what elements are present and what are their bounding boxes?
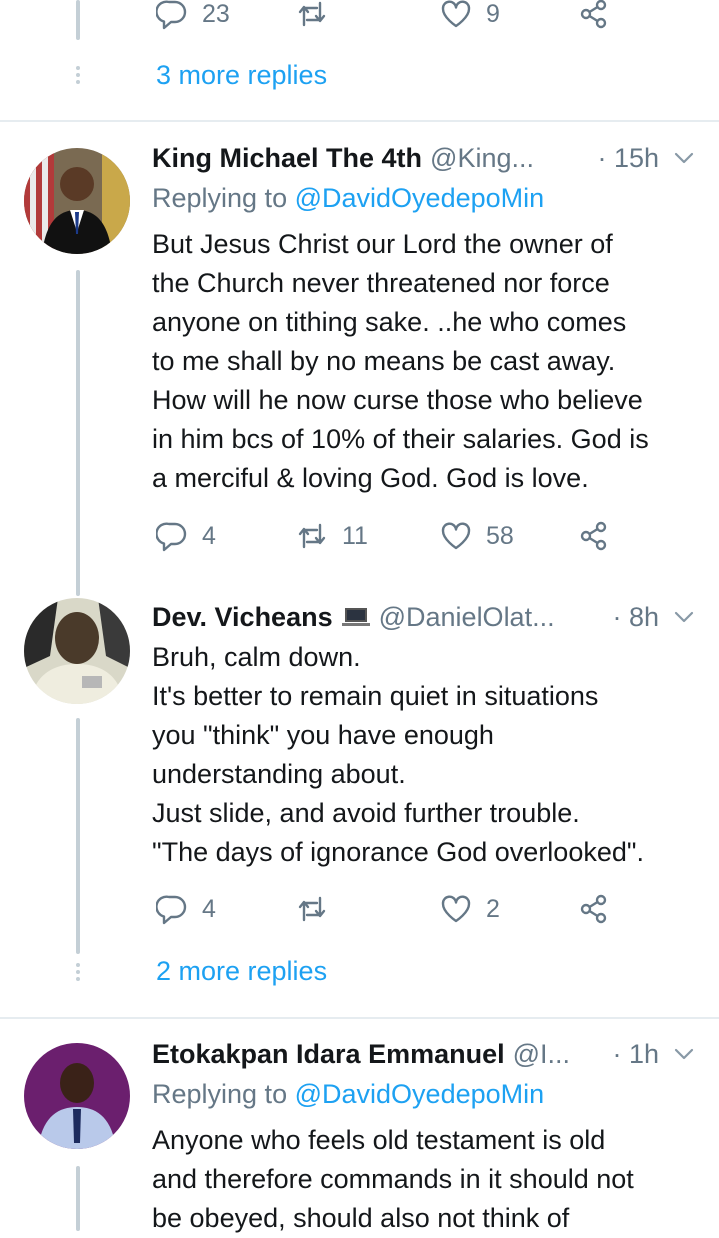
retweet-count: 11 (342, 521, 368, 550)
share-button[interactable] (578, 520, 610, 552)
reply-icon (156, 0, 187, 30)
heart-icon (441, 522, 471, 550)
retweet-button[interactable] (296, 893, 342, 925)
tweet-text-line: and therefore commands in it should not (152, 1164, 634, 1194)
chevron-down-icon[interactable] (673, 147, 695, 169)
more-dots (75, 66, 81, 87)
handle[interactable]: @King... (430, 143, 534, 174)
reply-count: 4 (202, 521, 216, 550)
chevron-down-icon[interactable] (673, 606, 695, 628)
reply-icon (156, 895, 187, 925)
reply-button[interactable]: 4 (156, 520, 216, 552)
like-button[interactable]: 9 (440, 0, 500, 30)
laptop-emoji-icon (341, 608, 370, 626)
display-name[interactable]: Etokakpan Idara Emmanuel (152, 1039, 505, 1070)
tweet-header: Etokakpan Idara Emmanuel @I... · 1h (152, 1036, 695, 1072)
tweet-text-line: to me shall by no means be cast away. (152, 346, 616, 376)
like-button[interactable]: 58 (440, 520, 514, 552)
reply-button[interactable]: 23 (156, 0, 230, 30)
like-count: 9 (486, 0, 500, 28)
tweet-text-line: anyone on tithing sake. ..he who comes (152, 307, 627, 337)
tweet-text: But Jesus Christ our Lord the owner of t… (152, 225, 712, 498)
share-button[interactable] (578, 893, 610, 925)
tweet-text-line: Anyone who feels old testament is old (152, 1125, 606, 1155)
thread-line (76, 270, 80, 596)
display-name[interactable]: King Michael The 4th (152, 143, 422, 174)
display-name[interactable]: Dev. Vicheans (152, 602, 333, 633)
reply-icon (156, 522, 187, 552)
reply-count: 23 (202, 0, 230, 28)
timestamp: · 1h (612, 1038, 659, 1069)
share-button[interactable] (578, 0, 610, 30)
thread-line (76, 0, 80, 40)
tweet-text: Bruh, calm down. It's better to remain q… (152, 638, 712, 872)
like-count: 58 (486, 521, 514, 550)
share-icon (580, 0, 607, 29)
divider (0, 120, 719, 122)
share-icon (580, 894, 607, 924)
retweet-icon (298, 1, 326, 27)
mention-link[interactable]: @DavidOyedepoMin (295, 183, 545, 213)
tweet-actions: 23 9 (156, 0, 626, 32)
tweet-text-line: How will he now curse those who believe (152, 385, 643, 415)
tweet-text-line: the Church never threatened nor force (152, 268, 610, 298)
timestamp: · 15h (597, 142, 659, 173)
retweet-icon (298, 523, 326, 549)
thread-line (76, 1166, 80, 1231)
avatar[interactable] (24, 148, 130, 254)
retweet-button[interactable] (296, 0, 342, 30)
retweet-button[interactable]: 11 (296, 520, 368, 552)
avatar[interactable] (24, 598, 130, 704)
tweet-text-line: in him bcs of 10% of their salaries. God… (152, 424, 649, 454)
more-replies-link[interactable]: 2 more replies (156, 956, 327, 987)
handle[interactable]: @I... (513, 1039, 570, 1070)
tweet-text: Anyone who feels old testament is old an… (152, 1121, 712, 1238)
handle[interactable]: @DanielOlat... (379, 602, 555, 633)
replying-to: Replying to @DavidOyedepoMin (152, 1079, 545, 1109)
chevron-down-icon[interactable] (673, 1043, 695, 1065)
tweet-actions: 4 2 (156, 893, 626, 927)
tweet-text-line: a merciful & loving God. God is love. (152, 463, 589, 493)
tweet-text-line: understanding about. (152, 759, 406, 789)
heart-icon (441, 895, 471, 923)
tweet-text-line: It's better to remain quiet in situation… (152, 681, 599, 711)
retweet-icon (298, 896, 326, 922)
timestamp: · 8h (612, 601, 659, 632)
tweet-header: Dev. Vicheans @DanielOlat... · 8h (152, 599, 695, 635)
reply-count: 4 (202, 894, 216, 923)
reply-button[interactable]: 4 (156, 893, 216, 925)
tweet-text-line: you "think" you have enough (152, 720, 494, 750)
mention-link[interactable]: @DavidOyedepoMin (295, 1079, 545, 1109)
thread-line (76, 718, 80, 954)
tweet-text-line: "The days of ignorance God overlooked". (152, 837, 644, 867)
tweet-text-line: be obeyed, should also not think of (152, 1203, 570, 1233)
tweet-header: King Michael The 4th @King... · 15h (152, 140, 695, 176)
tweet-actions: 4 11 58 (156, 520, 626, 554)
share-icon (580, 521, 607, 551)
more-replies-link[interactable]: 3 more replies (156, 60, 327, 91)
replying-to: Replying to @DavidOyedepoMin (152, 183, 545, 213)
tweet-text-line: But Jesus Christ our Lord the owner of (152, 229, 613, 259)
divider (0, 1017, 719, 1019)
tweet-text-line: Just slide, and avoid further trouble. (152, 798, 580, 828)
more-dots (75, 963, 81, 984)
heart-icon (441, 0, 471, 28)
tweet-text-line: Bruh, calm down. (152, 642, 361, 672)
like-count: 2 (486, 894, 500, 923)
like-button[interactable]: 2 (440, 893, 500, 925)
avatar[interactable] (24, 1043, 130, 1149)
